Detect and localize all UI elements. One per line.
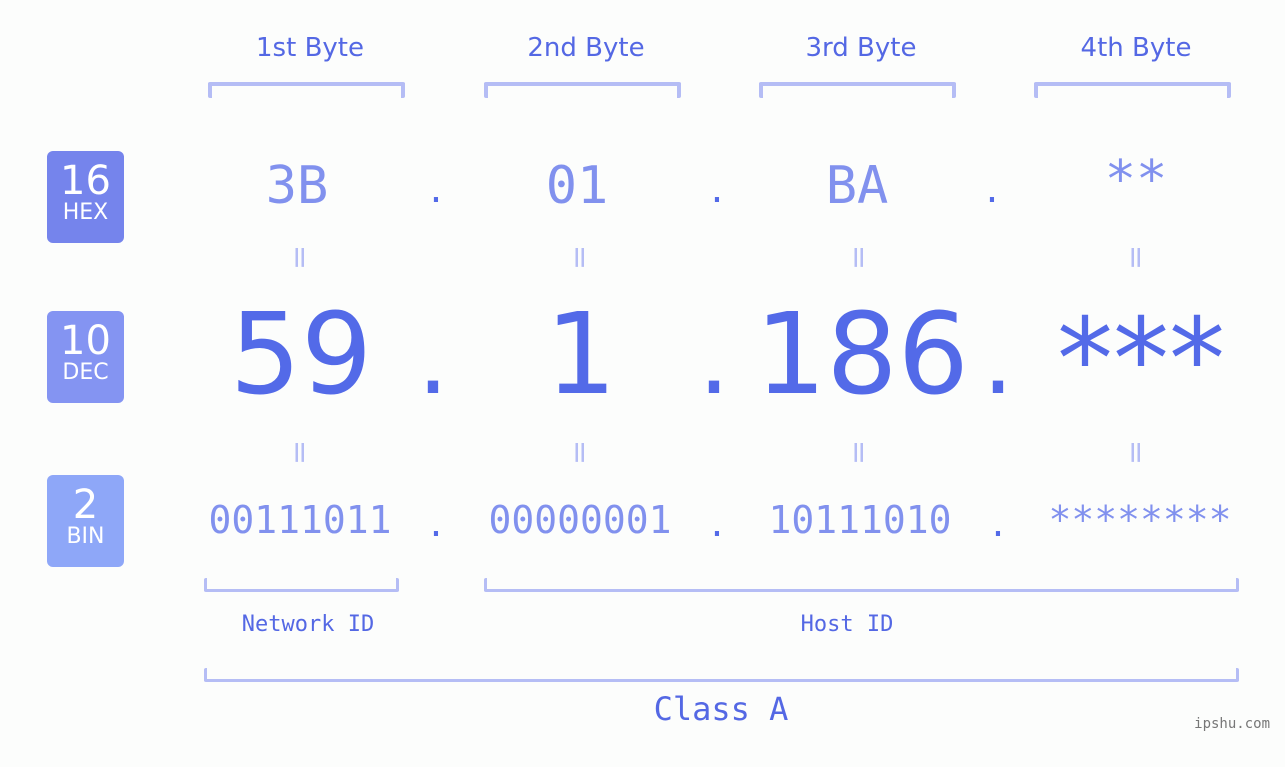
equals-dec-bin-4: = [1118, 439, 1154, 466]
watermark: ipshu.com [1194, 716, 1270, 732]
equals-hex-dec-3: = [841, 244, 877, 271]
byte-bracket-1 [208, 82, 405, 98]
byte-title-2: 2nd Byte [527, 33, 645, 63]
bin-dot-1: . [429, 500, 443, 546]
host-id-bracket [484, 578, 1239, 592]
byte-bracket-3 [759, 82, 956, 98]
hex-badge-number: 16 [60, 158, 111, 204]
dec-value-4: *** [1057, 295, 1225, 425]
network-id-label: Network ID [241, 612, 375, 637]
dec-dot-1: . [417, 300, 449, 417]
hex-dot-3: . [985, 166, 999, 212]
byte-title-4: 4th Byte [1080, 33, 1192, 63]
bin-value-4: ******** [1048, 498, 1232, 542]
equals-dec-bin-3: = [841, 439, 877, 466]
hex-badge: 16 HEX [47, 151, 124, 243]
bin-badge-number: 2 [72, 482, 99, 528]
hex-badge-label: HEX [62, 200, 109, 225]
class-label: Class A [653, 690, 789, 728]
dec-dot-3: . [982, 300, 1014, 417]
hex-dot-2: . [710, 166, 724, 212]
hex-value-1: 3B [265, 156, 329, 216]
dec-value-1: 59 [229, 290, 373, 420]
hex-value-4: ** [1104, 150, 1168, 210]
bin-value-2: 00000001 [488, 498, 672, 542]
equals-dec-bin-1: = [282, 439, 318, 466]
bin-badge: 2 BIN [47, 475, 124, 567]
equals-dec-bin-2: = [562, 439, 598, 466]
class-bracket [204, 668, 1239, 682]
byte-title-1: 1st Byte [256, 33, 364, 63]
equals-hex-dec-4: = [1118, 244, 1154, 271]
bin-badge-label: BIN [66, 524, 105, 549]
equals-hex-dec-2: = [562, 244, 598, 271]
dec-badge-number: 10 [60, 318, 111, 364]
bin-dot-3: . [991, 500, 1005, 546]
hex-value-2: 01 [545, 156, 609, 216]
equals-hex-dec-1: = [282, 244, 318, 271]
byte-bracket-4 [1034, 82, 1231, 98]
byte-bracket-2 [484, 82, 681, 98]
dec-dot-2: . [698, 300, 730, 417]
bin-value-3: 10111010 [768, 498, 952, 542]
dec-value-3: 186 [755, 290, 969, 420]
bin-value-1: 00111011 [208, 498, 392, 542]
bin-dot-2: . [710, 500, 724, 546]
dec-badge-label: DEC [62, 360, 109, 385]
hex-value-3: BA [825, 156, 889, 216]
dec-value-2: 1 [545, 290, 617, 420]
network-id-bracket [204, 578, 399, 592]
hex-dot-1: . [429, 166, 443, 212]
host-id-label: Host ID [800, 612, 894, 637]
byte-title-3: 3rd Byte [805, 33, 917, 63]
dec-badge: 10 DEC [47, 311, 124, 403]
